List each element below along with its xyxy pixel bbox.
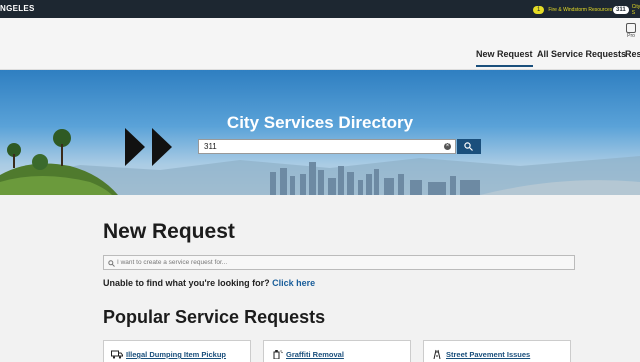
profile-label: Pro [627,33,635,39]
unable-to-find-text: Unable to find what you're looking for? … [103,278,315,288]
new-request-heading: New Request [103,220,235,243]
search-button[interactable] [457,139,481,154]
profile-icon [626,23,636,33]
fire-resources-label: Fire & Windstorm Resources [548,6,613,13]
page-title: City Services Directory [226,113,414,132]
spray-can-icon [273,350,283,359]
content-area: New Request I want to create a service r… [0,195,640,362]
city-services-label: City S [631,3,640,16]
service-card-illegal-dumping[interactable]: Illegal Dumping Item Pickup [103,340,251,362]
fire-resources-link[interactable]: 1 Fire & Windstorm Resources [533,5,612,14]
unable-text: Unable to find what you're looking for? [103,278,270,288]
request-placeholder: I want to create a service request for..… [117,259,228,266]
click-here-link[interactable]: Click here [272,278,315,288]
fire-badge: 1 [533,5,545,14]
top-bar: NGELES 1 Fire & Windstorm Resources 311 … [0,0,640,18]
city-311-link[interactable]: 311 City S [613,3,640,16]
tab-all-service-requests[interactable]: All Service Requests [537,49,626,59]
road-icon [433,349,441,359]
search-icon [464,142,473,151]
main-nav: Pro New Request All Service Requests Res… [0,18,640,70]
popular-requests-heading: Popular Service Requests [103,307,326,327]
directory-search-input[interactable]: 311 × [198,139,456,154]
tab-resources[interactable]: Reso [625,49,640,59]
city-311-badge: 311 [613,5,629,14]
profile-menu[interactable]: Pro [622,23,640,39]
tab-new-request[interactable]: New Request [476,49,533,67]
truck-icon [111,350,123,359]
service-card-street-pavement[interactable]: Street Pavement Issues [423,340,571,362]
service-card-label: Graffiti Removal [286,350,344,359]
search-icon [108,260,115,267]
clear-icon[interactable]: × [444,143,451,150]
search-value: 311 [204,142,217,151]
hero-banner: City Services Directory 311 × [0,70,640,195]
service-request-search-input[interactable]: I want to create a service request for..… [103,255,575,270]
brand-logo-text[interactable]: NGELES [0,4,35,13]
service-card-graffiti[interactable]: Graffiti Removal [263,340,411,362]
service-card-label: Illegal Dumping Item Pickup [126,350,227,359]
service-card-label: Street Pavement Issues [446,350,531,359]
